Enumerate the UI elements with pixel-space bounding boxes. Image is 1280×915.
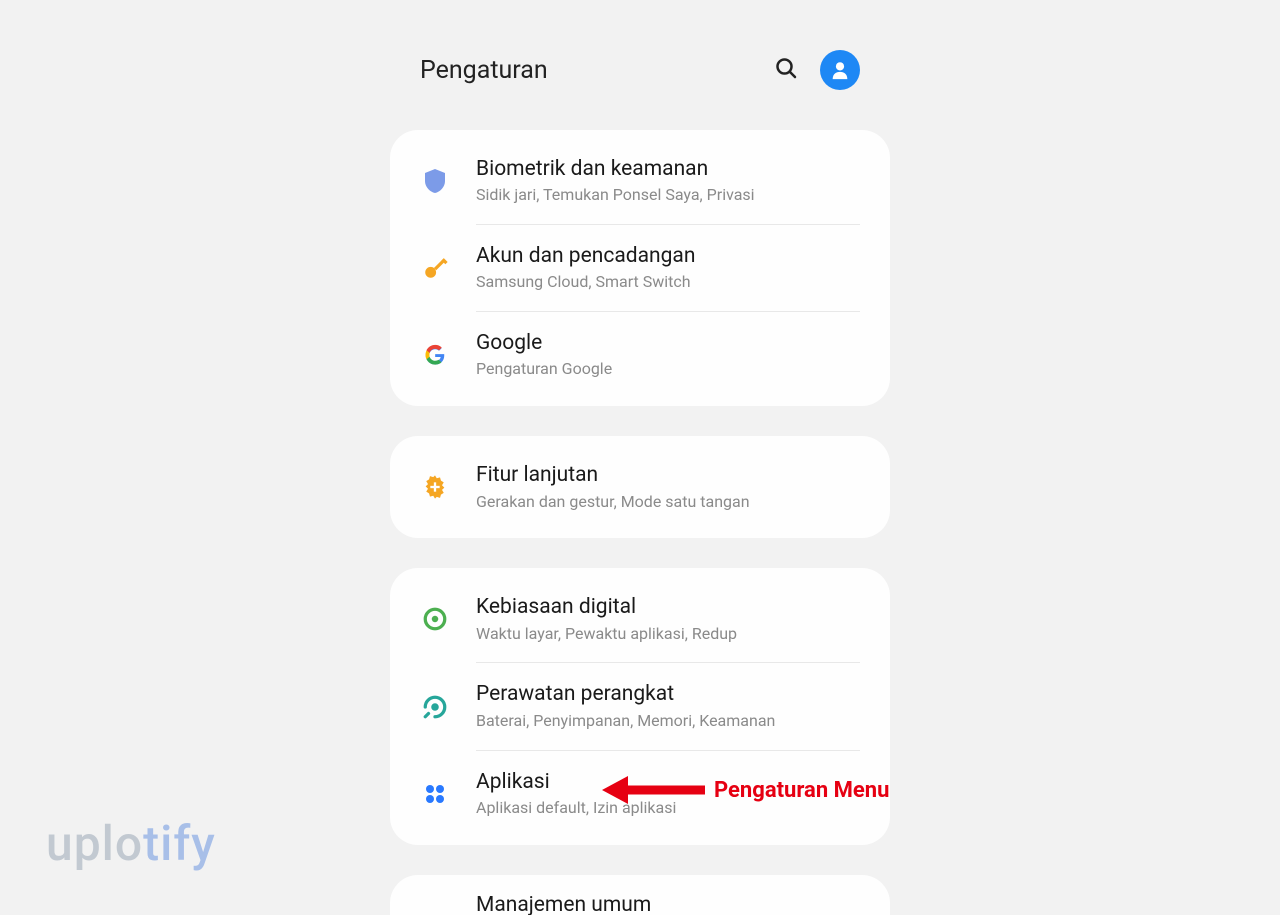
settings-row-device-care[interactable]: Perawatan perangkat Baterai, Penyimpanan… xyxy=(390,663,890,749)
digital-wellbeing-icon xyxy=(420,606,450,632)
annotation-label: Pengaturan Menu xyxy=(714,778,889,803)
row-title: Google xyxy=(476,330,860,357)
row-title: Biometrik dan keamanan xyxy=(476,156,860,183)
row-subtitle: Baterai, Penyimpanan, Memori, Keamanan xyxy=(476,711,860,732)
row-title: Kebiasaan digital xyxy=(476,594,860,621)
apps-grid-icon xyxy=(420,782,450,806)
search-icon[interactable] xyxy=(774,56,798,84)
row-subtitle: Waktu layar, Pewaktu aplikasi, Redup xyxy=(476,624,860,645)
annotation-callout: Pengaturan Menu xyxy=(600,770,889,810)
row-subtitle: Sidik jari, Temukan Ponsel Saya, Privasi xyxy=(476,185,860,206)
row-subtitle: Gerakan dan gestur, Mode satu tangan xyxy=(476,492,860,513)
row-subtitle: Samsung Cloud, Smart Switch xyxy=(476,272,860,293)
row-title: Akun dan pencadangan xyxy=(476,243,860,270)
google-icon xyxy=(420,343,450,367)
key-icon xyxy=(420,255,450,281)
settings-group-4-partial: Manajemen umum xyxy=(390,875,890,915)
settings-row-digital-wellbeing[interactable]: Kebiasaan digital Waktu layar, Pewaktu a… xyxy=(390,576,890,662)
arrow-left-icon xyxy=(600,770,710,810)
row-title: Manajemen umum xyxy=(476,893,860,915)
watermark: uplotify xyxy=(46,815,216,872)
page-title: Pengaturan xyxy=(420,56,548,85)
row-title: Perawatan perangkat xyxy=(476,681,860,708)
row-subtitle: Pengaturan Google xyxy=(476,359,860,380)
settings-row-biometrics[interactable]: Biometrik dan keamanan Sidik jari, Temuk… xyxy=(390,138,890,224)
device-care-icon xyxy=(420,694,450,720)
gear-plus-icon xyxy=(420,473,450,501)
settings-header: Pengaturan xyxy=(390,50,890,90)
settings-group-1: Biometrik dan keamanan Sidik jari, Temuk… xyxy=(390,130,890,406)
settings-row-advanced[interactable]: Fitur lanjutan Gerakan dan gestur, Mode … xyxy=(390,444,890,530)
profile-avatar-icon[interactable] xyxy=(820,50,860,90)
settings-group-2: Fitur lanjutan Gerakan dan gestur, Mode … xyxy=(390,436,890,538)
shield-icon xyxy=(420,168,450,194)
settings-row-google[interactable]: Google Pengaturan Google xyxy=(390,312,890,398)
settings-row-accounts[interactable]: Akun dan pencadangan Samsung Cloud, Smar… xyxy=(390,225,890,311)
row-title: Fitur lanjutan xyxy=(476,462,860,489)
